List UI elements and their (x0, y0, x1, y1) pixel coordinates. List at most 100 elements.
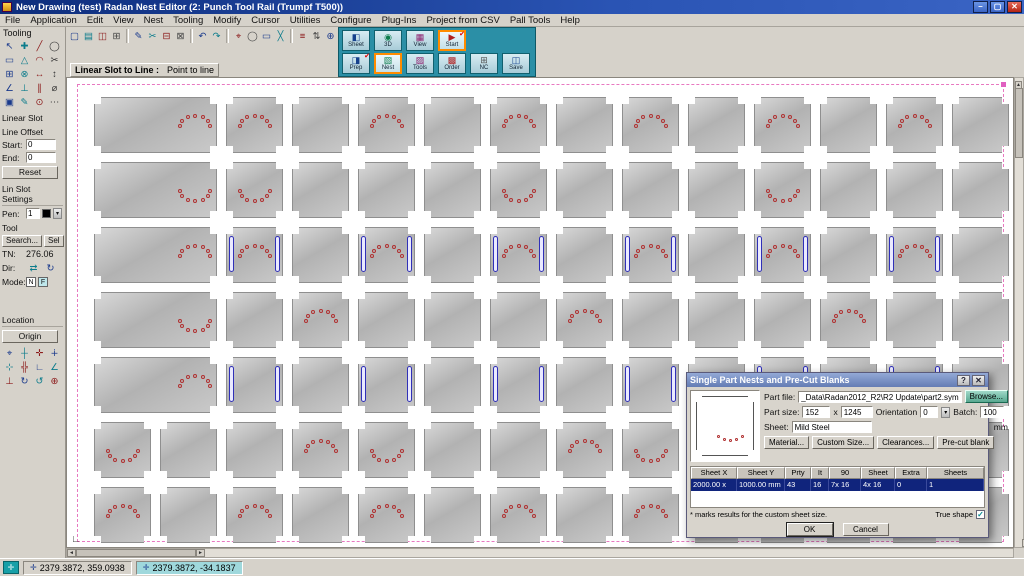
snap-icon[interactable]: ⌖ (232, 29, 245, 43)
dir-rotate-icon[interactable]: ↻ (43, 261, 58, 275)
nest-part[interactable] (358, 422, 415, 478)
batch-input[interactable] (980, 406, 1004, 418)
nest-part[interactable] (556, 422, 613, 478)
circle-icon[interactable]: ◯ (246, 29, 259, 43)
nest-part[interactable] (952, 162, 1009, 218)
parallel-icon[interactable]: ∥ (32, 81, 47, 95)
maximize-button[interactable]: ▢ (990, 1, 1005, 13)
nest-part[interactable] (94, 487, 151, 543)
part-size-y-input[interactable] (841, 406, 873, 418)
nest-part[interactable] (94, 422, 151, 478)
custom-size-button[interactable]: Custom Size... (812, 436, 874, 449)
horizontal-scrollbar[interactable]: ◄ ► (66, 548, 1014, 558)
nest-part[interactable] (226, 357, 283, 413)
trim-icon[interactable]: ✂ (47, 53, 62, 67)
save-nc-button[interactable]: ◫Save (502, 53, 530, 74)
nest-part[interactable] (424, 97, 481, 153)
nest-part[interactable] (160, 487, 217, 543)
nest-part[interactable] (556, 227, 613, 283)
menu-item-application[interactable]: Application (25, 14, 81, 27)
scroll-right-arrow[interactable]: ► (196, 549, 205, 557)
nest-part[interactable] (226, 422, 283, 478)
center-snap-icon[interactable]: ⊕ (47, 374, 62, 388)
vertical-scrollbar[interactable]: ▲ ▼ (1014, 77, 1024, 548)
nest-part[interactable] (688, 97, 745, 153)
menu-item-project-from-csv[interactable]: Project from CSV (421, 14, 504, 27)
nest-part[interactable] (688, 227, 745, 283)
grid-snap-icon[interactable]: ⊹ (2, 360, 17, 374)
nest-part[interactable] (94, 227, 217, 283)
plus-snap-icon[interactable]: ✛ (32, 346, 47, 360)
mode-n-toggle[interactable]: N (26, 277, 36, 287)
true-shape-checkbox[interactable]: ✓ (976, 510, 985, 519)
nest-part[interactable] (886, 227, 943, 283)
nest-part[interactable] (556, 162, 613, 218)
origin-button[interactable]: Origin (2, 330, 58, 343)
menu-item-help[interactable]: Help (555, 14, 585, 27)
order-button[interactable]: ▩Order (438, 53, 466, 74)
nest-button[interactable]: ▧Nest (374, 53, 402, 74)
copy-icon[interactable]: ⊟ (160, 29, 173, 43)
sheet-button[interactable]: ◧Sheet (342, 30, 370, 51)
nest-part[interactable] (292, 227, 349, 283)
rotate-cw-icon[interactable]: ↻ (17, 374, 32, 388)
rectangle-icon[interactable]: ▭ (260, 29, 273, 43)
rectangle-icon[interactable]: ▭ (2, 53, 17, 67)
nest-part[interactable] (490, 357, 547, 413)
corner-icon[interactable]: ∟ (32, 360, 47, 374)
nest-part[interactable] (358, 487, 415, 543)
nest-part[interactable] (226, 227, 283, 283)
undo-icon[interactable]: ↶ (196, 29, 209, 43)
views-button[interactable]: ▦View (406, 30, 434, 51)
nest-part[interactable] (754, 292, 811, 348)
nest-part[interactable] (952, 227, 1009, 283)
nest-part[interactable] (358, 227, 415, 283)
browse-button[interactable]: Browse... (965, 390, 1008, 403)
paste-icon[interactable]: ⊠ (174, 29, 187, 43)
erase-icon[interactable]: ⊗ (17, 67, 32, 81)
pen-input[interactable] (26, 208, 40, 219)
nest-part[interactable] (622, 422, 679, 478)
center-icon[interactable]: ⊙ (32, 95, 47, 109)
nest-part[interactable] (622, 487, 679, 543)
dialog-close-button[interactable]: ✕ (972, 375, 985, 386)
nest-part[interactable] (886, 97, 943, 153)
nest-part[interactable] (490, 487, 547, 543)
nest-part[interactable] (556, 487, 613, 543)
nest-part[interactable] (160, 422, 217, 478)
select-icon[interactable]: ↖ (2, 39, 17, 53)
orientation-select[interactable] (920, 406, 938, 418)
nest-part[interactable] (820, 162, 877, 218)
minimize-button[interactable]: – (973, 1, 988, 13)
grid-icon[interactable]: ⊞ (2, 67, 17, 81)
view-3d-button[interactable]: ◉3D (374, 30, 402, 51)
menu-item-tooling[interactable]: Tooling (168, 14, 208, 27)
mode-f-toggle[interactable]: F (38, 277, 48, 287)
nest-part[interactable] (820, 97, 877, 153)
nest-part[interactable] (292, 292, 349, 348)
dir-swap-icon[interactable]: ⇄ (26, 261, 41, 275)
fill-icon[interactable]: ▣ (2, 95, 17, 109)
nest-part[interactable] (292, 422, 349, 478)
nest-part[interactable] (556, 292, 613, 348)
nest-part[interactable] (94, 162, 217, 218)
pen-dropdown[interactable]: ▾ (53, 208, 62, 219)
delete-icon[interactable]: ╳ (274, 29, 287, 43)
nest-part[interactable] (424, 422, 481, 478)
nest-part[interactable] (358, 97, 415, 153)
intersection-icon[interactable]: ╬ (17, 360, 32, 374)
cross-snap-icon[interactable]: ┼ (17, 346, 32, 360)
target-icon[interactable]: ⌖ (2, 346, 17, 360)
material-button[interactable]: Material... (764, 436, 809, 449)
precut-blank-button[interactable]: Pre-cut blank (937, 436, 994, 449)
table-header-cell[interactable]: 90 (829, 467, 861, 479)
nest-part[interactable] (754, 227, 811, 283)
nest-part[interactable] (358, 357, 415, 413)
prep-button[interactable]: ◨Prep✔ (342, 53, 370, 74)
circle-icon[interactable]: ◯ (47, 39, 62, 53)
edit-icon[interactable]: ✎ (132, 29, 145, 43)
reset-button[interactable]: Reset (2, 166, 58, 179)
pen-icon[interactable]: ✎ (17, 95, 32, 109)
angle-snap-icon[interactable]: ∠ (47, 360, 62, 374)
cut-icon[interactable]: ✂ (146, 29, 159, 43)
